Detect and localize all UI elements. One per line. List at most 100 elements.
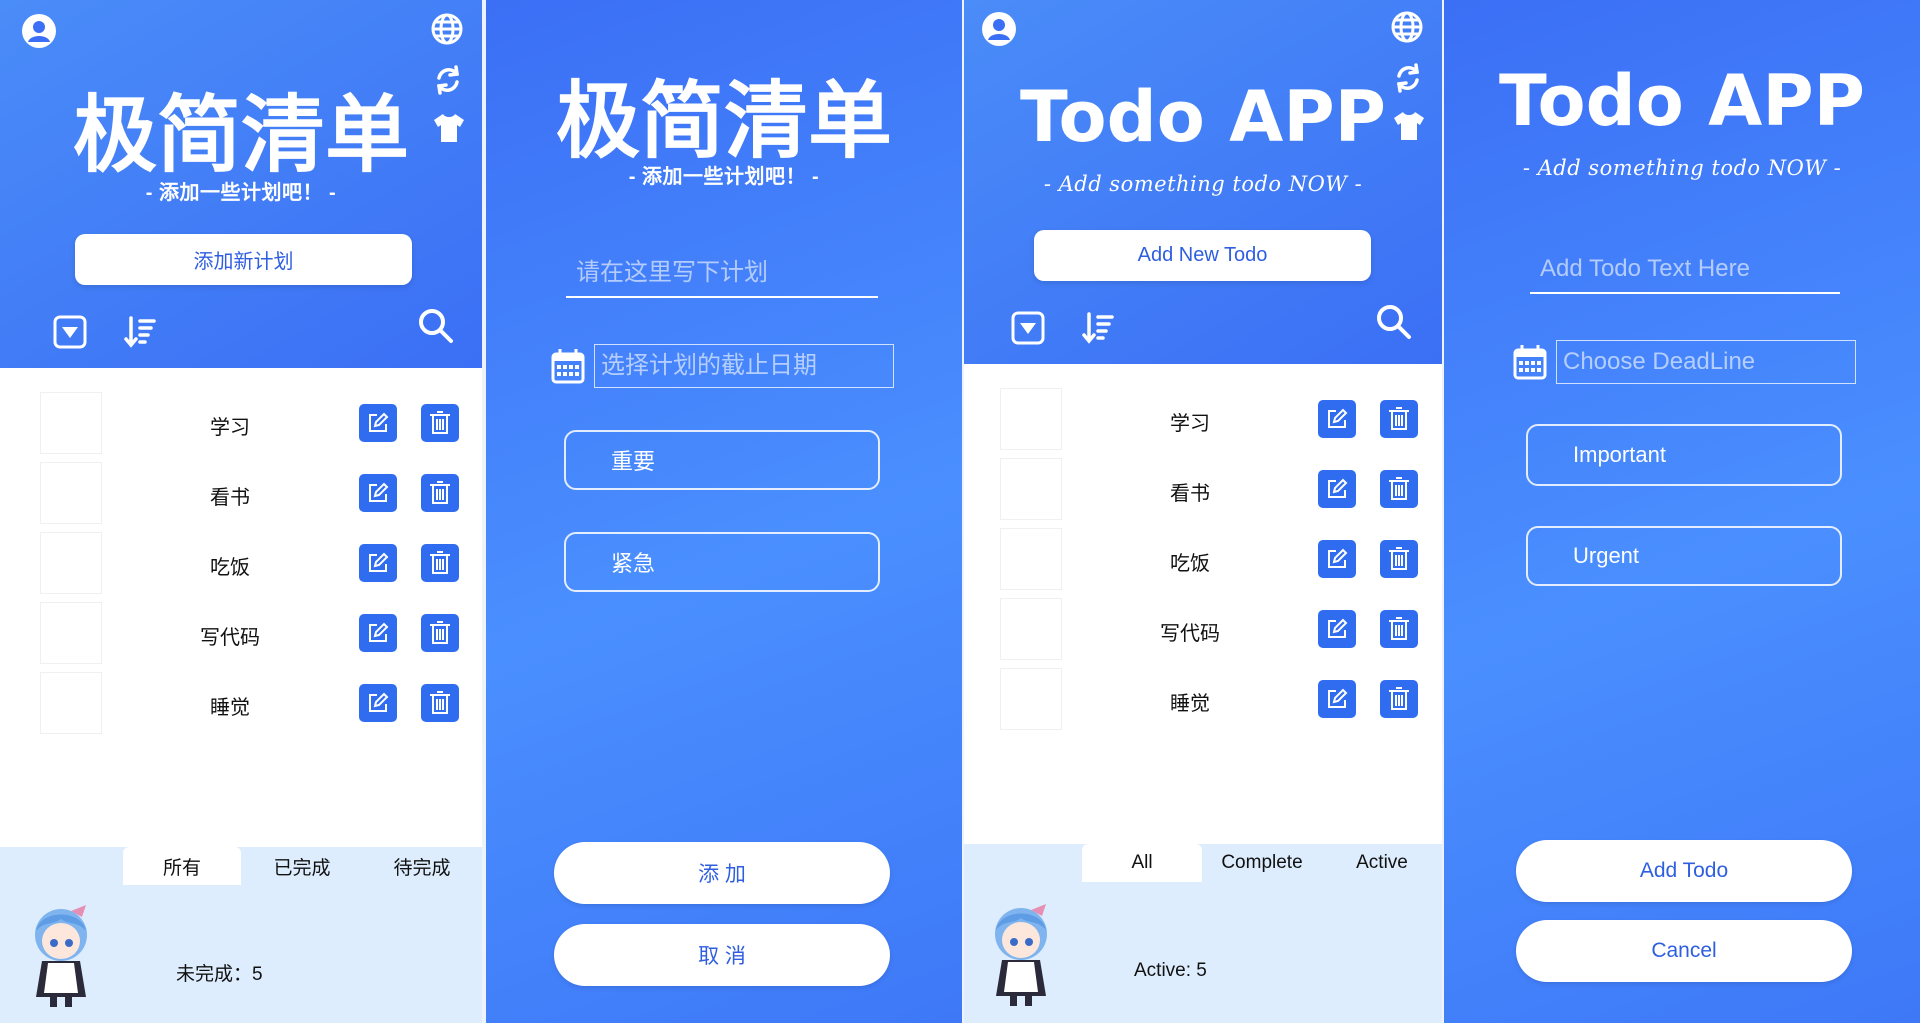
- trash-icon: [1389, 617, 1409, 640]
- todo-text: 学习: [210, 417, 250, 439]
- todo-row: 学习: [964, 384, 1442, 454]
- delete-button[interactable]: [421, 614, 459, 652]
- edit-button[interactable]: [359, 544, 397, 582]
- todo-text: 睡觉: [1170, 693, 1210, 715]
- tab-active[interactable]: Active: [1322, 844, 1442, 882]
- calendar-icon[interactable]: [550, 348, 586, 384]
- todo-checkbox[interactable]: [40, 392, 102, 454]
- edit-icon: [369, 412, 389, 432]
- todo-checkbox[interactable]: [1000, 528, 1062, 590]
- delete-button[interactable]: [1380, 680, 1418, 718]
- edit-button[interactable]: [1318, 470, 1356, 508]
- tab-active[interactable]: 待完成: [363, 847, 481, 885]
- trash-icon: [1389, 407, 1409, 430]
- todo-checkbox[interactable]: [40, 532, 102, 594]
- todo-row: 睡觉: [0, 668, 482, 738]
- edit-button[interactable]: [1318, 400, 1356, 438]
- tab-all[interactable]: All: [1082, 844, 1202, 882]
- header: 极简清单 - 添加一些计划吧！ - 添加新计划: [0, 0, 482, 368]
- edit-button[interactable]: [1318, 540, 1356, 578]
- dropdown-filter-icon[interactable]: [1010, 310, 1046, 346]
- avatar: [26, 901, 96, 1014]
- add-new-button[interactable]: Add New Todo: [1034, 230, 1371, 281]
- search-icon[interactable]: [1374, 302, 1414, 342]
- globe-icon[interactable]: [1388, 8, 1426, 46]
- todo-checkbox[interactable]: [1000, 388, 1062, 450]
- search-icon[interactable]: [416, 306, 456, 346]
- add-form-panel-cn: 极简清单 - 添加一些计划吧！ - 重要 紧急 添 加 取 消: [486, 0, 962, 1023]
- important-option[interactable]: Important: [1526, 424, 1842, 486]
- edit-icon: [369, 552, 389, 572]
- cancel-button[interactable]: 取 消: [554, 924, 890, 986]
- header: Todo APP - Add something todo NOW - Add …: [964, 0, 1442, 364]
- todo-text-input[interactable]: [1530, 246, 1840, 294]
- edit-button[interactable]: [1318, 680, 1356, 718]
- cancel-button[interactable]: Cancel: [1516, 920, 1852, 982]
- urgent-option[interactable]: 紧急: [564, 532, 880, 592]
- user-circle-icon[interactable]: [20, 12, 58, 50]
- add-new-button[interactable]: 添加新计划: [75, 234, 412, 285]
- deadline-input[interactable]: [594, 344, 894, 388]
- delete-button[interactable]: [421, 544, 459, 582]
- todo-text: 写代码: [200, 627, 260, 649]
- delete-button[interactable]: [421, 404, 459, 442]
- edit-button[interactable]: [1318, 610, 1356, 648]
- todo-row: 写代码: [964, 594, 1442, 664]
- important-option[interactable]: 重要: [564, 430, 880, 490]
- page-subtitle: - Add something todo NOW -: [1522, 156, 1842, 180]
- delete-button[interactable]: [1380, 400, 1418, 438]
- delete-button[interactable]: [421, 684, 459, 722]
- edit-button[interactable]: [359, 614, 397, 652]
- todo-row: 吃饭: [0, 528, 482, 598]
- trash-icon: [430, 551, 450, 574]
- todo-checkbox[interactable]: [40, 462, 102, 524]
- todo-text: 学习: [1170, 413, 1210, 435]
- todo-checkbox[interactable]: [1000, 458, 1062, 520]
- dropdown-filter-icon[interactable]: [52, 314, 88, 350]
- edit-button[interactable]: [359, 684, 397, 722]
- globe-icon[interactable]: [428, 10, 466, 48]
- tab-all[interactable]: 所有: [123, 847, 241, 885]
- page-title: 极简清单: [72, 86, 409, 184]
- edit-icon: [369, 622, 389, 642]
- page-subtitle: - Add something todo NOW -: [1043, 172, 1363, 196]
- todo-checkbox[interactable]: [1000, 598, 1062, 660]
- trash-icon: [430, 411, 450, 434]
- trash-icon: [1389, 687, 1409, 710]
- user-circle-icon[interactable]: [980, 10, 1018, 48]
- delete-button[interactable]: [1380, 610, 1418, 648]
- todo-text: 看书: [1170, 483, 1210, 505]
- add-form-panel-en: Todo APP - Add something todo NOW - Impo…: [1444, 0, 1920, 1023]
- delete-button[interactable]: [421, 474, 459, 512]
- sort-icon[interactable]: [1080, 310, 1116, 346]
- todo-checkbox[interactable]: [40, 672, 102, 734]
- tab-complete[interactable]: Complete: [1202, 844, 1322, 882]
- todo-checkbox[interactable]: [1000, 668, 1062, 730]
- calendar-icon[interactable]: [1512, 344, 1548, 380]
- remaining-count: Active: 5: [1134, 960, 1207, 981]
- todo-checkbox[interactable]: [40, 602, 102, 664]
- trash-icon: [430, 481, 450, 504]
- edit-button[interactable]: [359, 474, 397, 512]
- urgent-option[interactable]: Urgent: [1526, 526, 1842, 586]
- todo-text: 吃饭: [1170, 553, 1210, 575]
- todo-text: 写代码: [1160, 623, 1220, 645]
- edit-icon: [1328, 408, 1348, 428]
- todo-text-input[interactable]: [566, 250, 878, 298]
- add-todo-button[interactable]: Add Todo: [1516, 840, 1852, 902]
- tab-completed[interactable]: 已完成: [243, 847, 361, 885]
- todo-row: 看书: [964, 454, 1442, 524]
- submit-button[interactable]: 添 加: [554, 842, 890, 904]
- todo-row: 睡觉: [964, 664, 1442, 734]
- todo-row: 吃饭: [964, 524, 1442, 594]
- sort-icon[interactable]: [122, 314, 158, 350]
- edit-button[interactable]: [359, 404, 397, 442]
- todo-row: 写代码: [0, 598, 482, 668]
- list-panel-cn: 极简清单 - 添加一些计划吧！ - 添加新计划 学习 看书 吃饭 写代码 睡觉 …: [0, 0, 482, 1023]
- delete-button[interactable]: [1380, 470, 1418, 508]
- edit-icon: [1328, 688, 1348, 708]
- todo-text: 睡觉: [210, 697, 250, 719]
- trash-icon: [1389, 477, 1409, 500]
- delete-button[interactable]: [1380, 540, 1418, 578]
- deadline-input[interactable]: [1556, 340, 1856, 384]
